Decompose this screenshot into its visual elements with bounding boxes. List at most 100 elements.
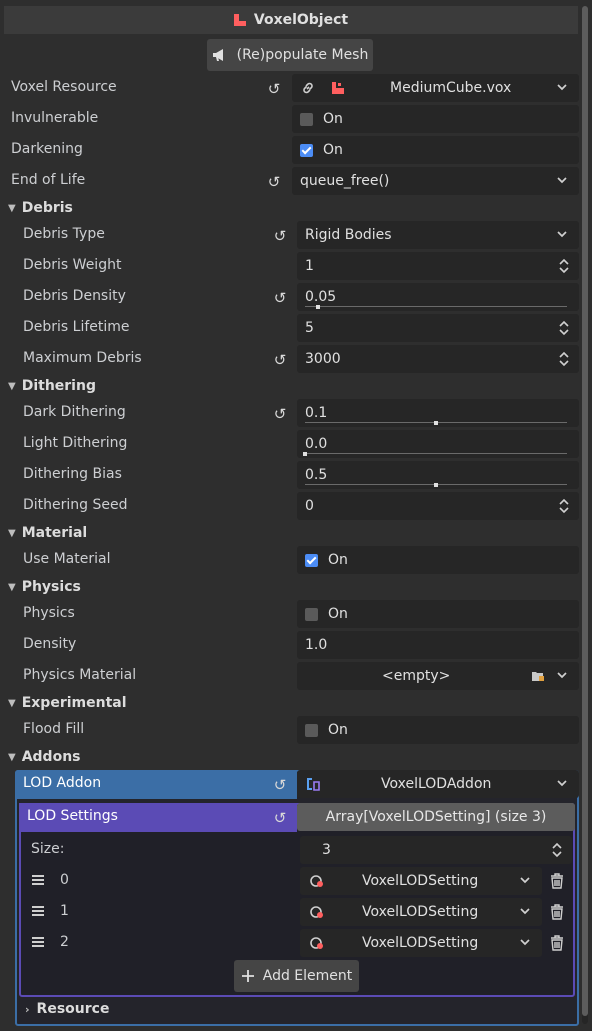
darkening-checkbox[interactable]: On (292, 136, 579, 164)
collapse-arrow-icon[interactable]: ▼ (8, 698, 16, 709)
checkbox-unchecked[interactable] (300, 112, 313, 126)
collapse-arrow-icon[interactable]: ▼ (8, 528, 16, 539)
chevron-down-icon[interactable] (555, 776, 569, 790)
lod-setting-picker[interactable]: VoxelLODSetting (300, 867, 542, 895)
invulnerable-label: Invulnerable (11, 110, 99, 126)
row-dithering-bias: Dithering Bias 0.5 (0, 461, 582, 492)
section-physics[interactable]: ▼ Physics (0, 575, 582, 599)
collapse-arrow-icon[interactable]: ▼ (8, 203, 16, 214)
revert-icon[interactable]: ↺ (272, 228, 288, 244)
row-density: Density 1.0 (0, 631, 582, 662)
trash-icon[interactable] (550, 873, 564, 889)
scrollbar-thumb[interactable] (582, 6, 588, 1016)
density-input[interactable]: 1.0 (297, 631, 579, 659)
slider-grabber[interactable] (303, 452, 307, 456)
debris-lifetime-spinbox[interactable]: 5 (297, 314, 579, 342)
row-array-size: Size: 3 (22, 836, 572, 867)
revert-icon[interactable]: ↺ (272, 810, 288, 826)
row-physics-material: Physics Material <empty> (0, 662, 582, 693)
section-dithering[interactable]: ▼ Dithering (0, 374, 582, 398)
chevron-down-icon[interactable] (518, 935, 532, 949)
collapse-arrow-icon[interactable]: ▼ (8, 381, 16, 392)
add-element-button[interactable]: Add Element (234, 960, 359, 992)
dark-dithering-label: Dark Dithering (23, 404, 126, 420)
object-title: VoxelObject (253, 12, 349, 28)
maximum-debris-label: Maximum Debris (23, 350, 142, 366)
section-addons[interactable]: ▼ Addons (0, 745, 582, 769)
expand-arrow-icon[interactable]: › (25, 1003, 30, 1016)
array-index: 0 (60, 872, 69, 888)
section-debris[interactable]: ▼ Debris (0, 196, 582, 220)
voxel-file-icon (332, 82, 344, 94)
checkbox-checked[interactable] (305, 553, 318, 567)
end-of-life-dropdown[interactable]: queue_free() (292, 167, 579, 195)
spinner-arrows-icon[interactable] (558, 257, 570, 275)
plus-icon (241, 970, 254, 982)
light-dithering-slider[interactable]: 0.0 (297, 430, 579, 458)
dithering-bias-slider[interactable]: 0.5 (297, 461, 579, 489)
load-file-icon[interactable] (531, 669, 545, 683)
debris-density-slider[interactable]: 0.05 (297, 283, 579, 311)
chevron-down-icon[interactable] (555, 227, 569, 241)
spinner-arrows-icon[interactable] (558, 319, 570, 337)
revert-icon[interactable]: ↺ (272, 777, 288, 793)
dithering-seed-spinbox[interactable]: 0 (297, 492, 579, 520)
checkbox-unchecked[interactable] (305, 723, 318, 737)
lod-addon-picker[interactable]: VoxelLODAddon (297, 770, 579, 798)
row-debris-type: Debris Type ↺ Rigid Bodies (0, 221, 582, 252)
lod-setting-picker[interactable]: VoxelLODSetting (300, 898, 542, 926)
chevron-down-icon[interactable] (518, 873, 532, 887)
spinner-arrows-icon[interactable] (558, 497, 570, 515)
flood-fill-checkbox[interactable]: On (297, 716, 579, 744)
resource-section[interactable]: › Resource (19, 997, 575, 1021)
use-material-label: Use Material (23, 551, 111, 567)
section-experimental[interactable]: ▼ Experimental (0, 691, 582, 715)
section-material[interactable]: ▼ Material (0, 521, 582, 545)
trash-icon[interactable] (550, 904, 564, 920)
chevron-down-icon[interactable] (555, 668, 569, 682)
debris-type-dropdown[interactable]: Rigid Bodies (297, 221, 579, 249)
spinner-arrows-icon[interactable] (551, 841, 563, 859)
dithering-bias-label: Dithering Bias (23, 466, 122, 482)
slider-grabber[interactable] (316, 305, 321, 309)
use-material-checkbox[interactable]: On (297, 546, 579, 574)
maximum-debris-spinbox[interactable]: 3000 (297, 345, 579, 373)
drag-handle-icon[interactable] (32, 875, 44, 885)
chevron-down-icon[interactable] (518, 904, 532, 918)
revert-icon[interactable]: ↺ (272, 290, 288, 306)
dark-dithering-slider[interactable]: 0.1 (297, 399, 579, 427)
debris-weight-spinbox[interactable]: 1 (297, 252, 579, 280)
revert-icon[interactable]: ↺ (272, 352, 288, 368)
collapse-arrow-icon[interactable]: ▼ (8, 752, 16, 763)
lod-settings-array-button[interactable]: Array[VoxelLODSetting] (size 3) (297, 803, 575, 831)
slider-track[interactable] (305, 306, 567, 307)
spinner-arrows-icon[interactable] (558, 350, 570, 368)
repopulate-mesh-button[interactable]: (Re)populate Mesh (207, 39, 373, 71)
revert-icon[interactable]: ↺ (266, 81, 282, 97)
chevron-down-icon[interactable] (555, 80, 569, 94)
collapse-arrow-icon[interactable]: ▼ (8, 582, 16, 593)
chevron-down-icon[interactable] (555, 173, 569, 187)
row-dithering-seed: Dithering Seed 0 (0, 492, 582, 523)
inspector-header: VoxelObject (4, 6, 578, 34)
array-size-spinbox[interactable]: 3 (300, 836, 572, 864)
slider-grabber[interactable] (434, 483, 438, 487)
voxel-resource-picker[interactable]: MediumCube.vox (292, 74, 579, 102)
end-of-life-label: End of Life (11, 172, 86, 188)
array-index: 1 (60, 903, 69, 919)
revert-icon[interactable]: ↺ (266, 174, 282, 190)
drag-handle-icon[interactable] (32, 937, 44, 947)
slider-track[interactable] (305, 453, 567, 454)
invulnerable-checkbox[interactable]: On (292, 105, 579, 133)
row-voxel-resource: Voxel Resource ↺ MediumCube.vox (0, 74, 582, 105)
drag-handle-icon[interactable] (32, 906, 44, 916)
physics-checkbox[interactable]: On (297, 600, 579, 628)
slider-grabber[interactable] (434, 421, 438, 425)
physics-material-picker[interactable]: <empty> (297, 662, 579, 690)
revert-icon[interactable]: ↺ (272, 406, 288, 422)
array-index: 2 (60, 934, 69, 950)
checkbox-checked[interactable] (300, 143, 313, 157)
lod-setting-picker[interactable]: VoxelLODSetting (300, 929, 542, 957)
trash-icon[interactable] (550, 935, 564, 951)
checkbox-unchecked[interactable] (305, 607, 318, 621)
